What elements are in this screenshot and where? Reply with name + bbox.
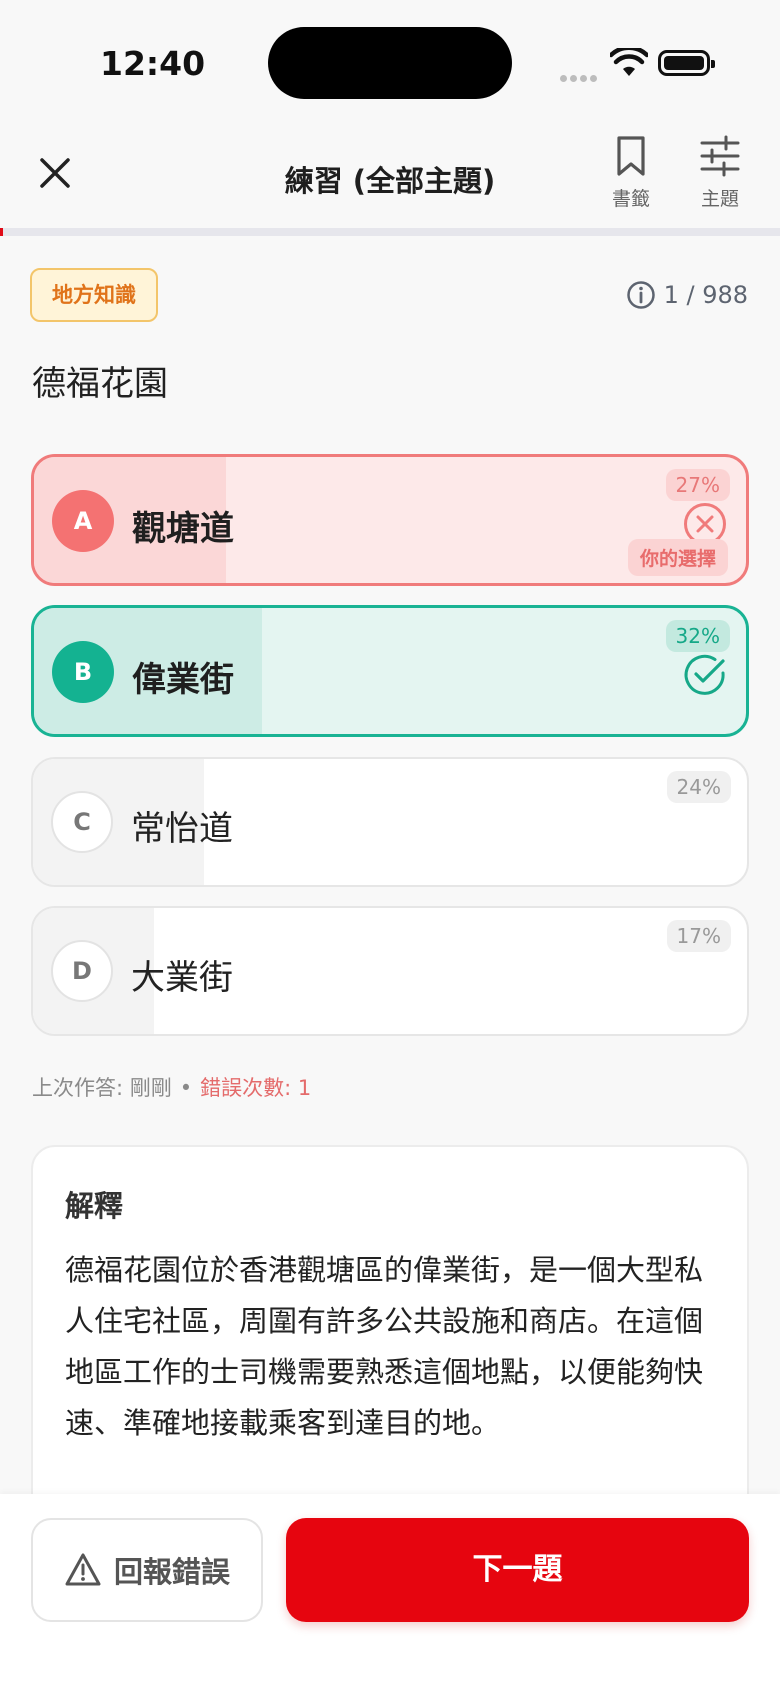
option-letter: A xyxy=(52,490,114,552)
option-percent: 27% xyxy=(665,469,730,501)
option-b[interactable]: B 偉業街 32% xyxy=(31,605,749,737)
top-nav: 練習 (全部主題) 書籤 主題 xyxy=(0,120,780,230)
cellular-signal-icon xyxy=(560,67,600,86)
option-percent: 32% xyxy=(665,620,730,652)
last-answered-text: 上次作答: 剛剛 xyxy=(32,1076,172,1100)
report-error-button[interactable]: 回報錯誤 xyxy=(31,1518,263,1622)
option-c[interactable]: C 常怡道 24% xyxy=(31,757,749,887)
battery-icon xyxy=(658,50,715,76)
option-label: 常怡道 xyxy=(131,809,233,849)
status-time: 12:40 xyxy=(100,44,206,83)
next-question-button[interactable]: 下一題 xyxy=(286,1518,749,1622)
your-choice-tag: 你的選擇 xyxy=(627,539,728,576)
dynamic-island xyxy=(268,27,512,99)
option-letter: C xyxy=(51,791,113,853)
option-percent: 24% xyxy=(666,771,731,803)
option-label: 觀塘道 xyxy=(132,509,234,549)
bottom-action-bar: 回報錯誤 下一題 xyxy=(0,1494,780,1696)
question-counter: 1 / 988 xyxy=(626,280,748,310)
topic-filter-button[interactable]: 主題 xyxy=(685,134,755,211)
category-badge: 地方知識 xyxy=(30,268,158,322)
bookmark-icon xyxy=(617,136,645,176)
answer-history: 上次作答: 剛剛 • 錯誤次數: 1 xyxy=(32,1072,311,1102)
option-letter: B xyxy=(52,641,114,703)
warning-icon xyxy=(65,1553,101,1586)
check-circle-icon xyxy=(684,654,725,695)
wrong-count-text: 錯誤次數: 1 xyxy=(200,1076,312,1100)
sliders-icon xyxy=(700,135,740,177)
question-text: 德福花園 xyxy=(32,364,168,404)
option-label: 大業街 xyxy=(131,958,233,998)
bookmark-button[interactable]: 書籤 xyxy=(596,134,666,211)
status-bar: 12:40 xyxy=(0,0,780,120)
explanation-title: 解釋 xyxy=(65,1189,124,1223)
bookmark-label: 書籤 xyxy=(611,188,650,210)
option-d[interactable]: D 大業街 17% xyxy=(31,906,749,1036)
report-error-label: 回報錯誤 xyxy=(113,1555,230,1589)
option-percent: 17% xyxy=(666,920,731,952)
wifi-icon xyxy=(608,45,650,82)
question-counter-text: 1 / 988 xyxy=(663,281,748,309)
option-letter: D xyxy=(51,940,113,1002)
info-icon xyxy=(626,281,655,309)
quiz-progress-bar xyxy=(0,228,780,236)
explanation-body: 德福花園位於香港觀塘區的偉業街，是一個大型私人住宅社區，周圍有許多公共設施和商店… xyxy=(65,1253,704,1440)
topic-label: 主題 xyxy=(700,188,739,210)
option-a[interactable]: A 觀塘道 27% 你的選擇 xyxy=(31,454,749,586)
option-label: 偉業街 xyxy=(132,660,234,700)
meta-separator: • xyxy=(179,1076,193,1100)
quiz-progress-fill xyxy=(0,228,3,236)
